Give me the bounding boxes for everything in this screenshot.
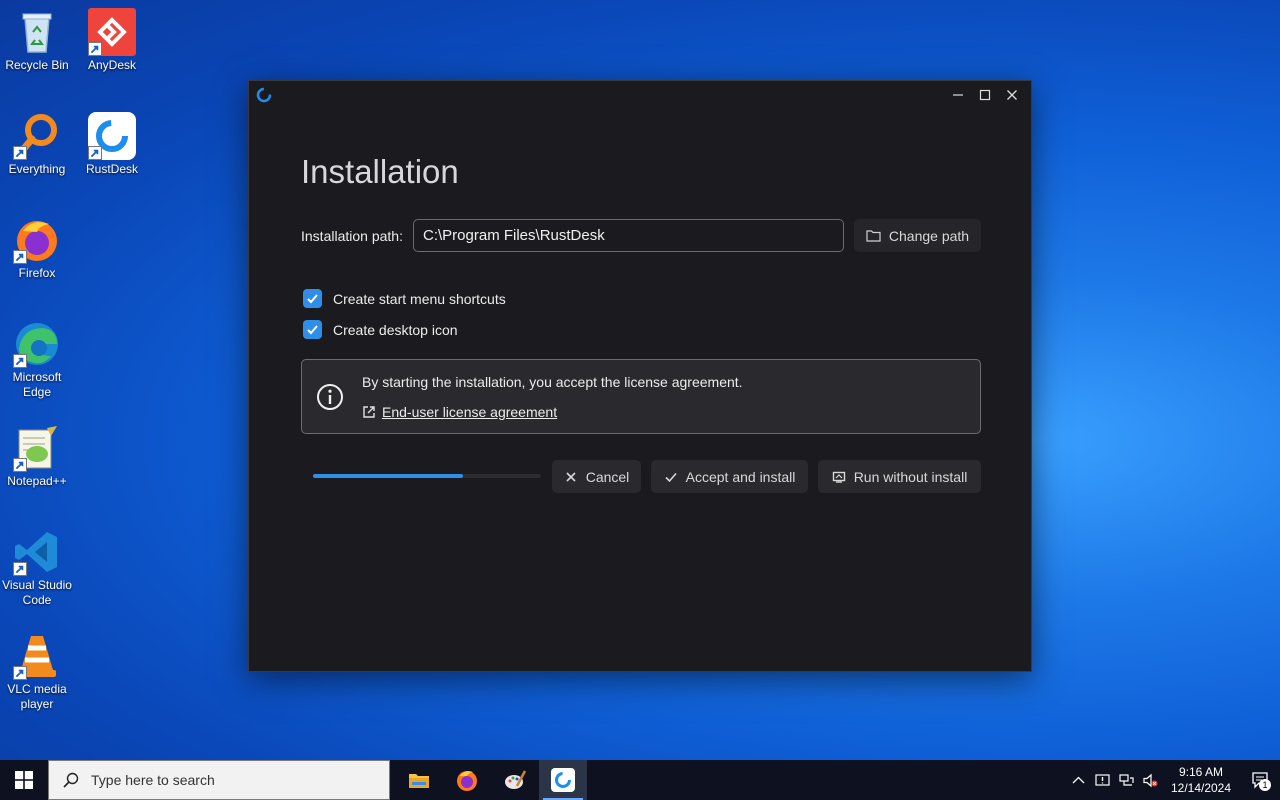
windows-logo-icon — [15, 771, 33, 789]
checkmark-icon — [307, 325, 318, 335]
rustdesk-icon — [551, 768, 575, 792]
everything-search-icon — [13, 112, 61, 160]
vscode-icon — [13, 528, 61, 576]
desktop-icon-label: Visual Studio Code — [2, 578, 72, 607]
close-icon — [566, 471, 576, 482]
start-menu-shortcuts-checkbox[interactable] — [303, 289, 322, 308]
license-text: By starting the installation, you accept… — [362, 374, 743, 390]
change-path-button[interactable]: Change path — [854, 219, 981, 252]
show-hidden-icons-button[interactable] — [1066, 760, 1090, 800]
taskbar: Type here to search 9:16 AM 12/14/2024 1 — [0, 760, 1280, 800]
taskbar-file-explorer[interactable] — [395, 760, 443, 800]
notification-count-badge: 1 — [1259, 779, 1271, 791]
recycle-bin-icon — [13, 8, 61, 56]
tray-network-button[interactable] — [1114, 760, 1138, 800]
notepadpp-icon — [13, 424, 61, 472]
tray-security-button[interactable] — [1090, 760, 1114, 800]
close-button[interactable] — [998, 81, 1025, 109]
notification-center-button[interactable]: 1 — [1240, 760, 1280, 800]
volume-muted-icon — [1142, 773, 1157, 787]
security-alert-icon — [1094, 773, 1110, 786]
network-icon — [1118, 773, 1134, 786]
start-menu-shortcuts-label: Create start menu shortcuts — [333, 290, 506, 307]
change-path-label: Change path — [888, 227, 970, 244]
firefox-icon — [457, 771, 477, 791]
cancel-label: Cancel — [585, 468, 630, 485]
desktop-icon-option[interactable]: Create desktop icon — [303, 320, 458, 339]
start-button[interactable] — [0, 760, 48, 800]
eula-link-label: End-user license agreement — [382, 404, 558, 420]
desktop-icon-everything[interactable]: Everything — [0, 112, 74, 177]
installation-path-label: Installation path: — [301, 227, 403, 244]
checkmark-icon — [307, 294, 318, 304]
start-menu-shortcuts-option[interactable]: Create start menu shortcuts — [303, 289, 506, 308]
taskbar-paint[interactable] — [491, 760, 539, 800]
minimize-button[interactable] — [944, 81, 971, 109]
desktop-icon-notepadpp[interactable]: Notepad++ — [0, 424, 74, 489]
desktop-icon-rustdesk[interactable]: RustDesk — [75, 112, 149, 177]
page-title: Installation — [301, 153, 459, 190]
installation-path-row: Installation path: Change path — [301, 219, 981, 252]
run-without-install-label: Run without install — [853, 468, 968, 485]
maximize-icon — [979, 89, 990, 101]
rustdesk-icon — [88, 112, 136, 160]
checkmark-icon — [665, 472, 677, 482]
firefox-icon — [13, 216, 61, 264]
desktop-icon-vscode[interactable]: Visual Studio Code — [0, 528, 74, 608]
file-explorer-icon — [409, 774, 429, 788]
desktop-icon-vlc[interactable]: VLC media player — [0, 632, 74, 712]
desktop-icon-label: VLC media player — [7, 682, 67, 711]
taskbar-search-box[interactable]: Type here to search — [48, 760, 390, 800]
install-progress-bar — [313, 474, 541, 478]
desktop-icon-label: Microsoft Edge — [12, 370, 62, 399]
rustdesk-logo-icon — [256, 87, 272, 103]
desktop-icon-checkbox[interactable] — [303, 320, 322, 339]
desktop-icon-label: Create desktop icon — [333, 321, 458, 338]
install-progress-fill — [313, 474, 464, 478]
desktop-icon-label: Recycle Bin — [5, 58, 69, 72]
paint-icon — [505, 770, 527, 789]
installer-window: Installation Installation path: Change p… — [248, 80, 1032, 672]
taskbar-firefox[interactable] — [443, 760, 491, 800]
system-tray: 9:16 AM 12/14/2024 1 — [1066, 760, 1280, 800]
desktop-icon-anydesk[interactable]: AnyDesk — [75, 8, 149, 73]
accept-and-install-button[interactable]: Accept and install — [651, 460, 808, 493]
search-icon — [63, 772, 79, 788]
license-notice: By starting the installation, you accept… — [301, 359, 981, 434]
installation-path-input[interactable] — [413, 219, 844, 252]
title-bar[interactable] — [249, 81, 1031, 109]
desktop-icon-edge[interactable]: Microsoft Edge — [0, 320, 74, 400]
action-row: Cancel Accept and install Run without in… — [301, 460, 981, 493]
info-icon — [317, 384, 343, 410]
install-content: Installation Installation path: Change p… — [301, 153, 981, 493]
cancel-button[interactable]: Cancel — [552, 460, 641, 493]
desktop-icon-recycle-bin[interactable]: Recycle Bin — [0, 8, 74, 73]
taskbar-rustdesk[interactable] — [539, 760, 587, 800]
anydesk-icon — [88, 8, 136, 56]
vlc-icon — [13, 632, 61, 680]
run-without-install-button[interactable]: Run without install — [818, 460, 981, 493]
close-icon — [1006, 90, 1017, 100]
tray-volume-button[interactable] — [1138, 760, 1162, 800]
clock-date: 12/14/2024 — [1170, 781, 1232, 795]
accept-and-install-label: Accept and install — [685, 468, 796, 485]
taskbar-clock[interactable]: 9:16 AM 12/14/2024 — [1166, 764, 1236, 796]
minimize-icon — [952, 94, 963, 96]
edge-icon — [13, 320, 61, 368]
search-placeholder: Type here to search — [91, 772, 215, 788]
eula-link[interactable]: End-user license agreement — [362, 404, 557, 420]
chevron-up-icon — [1072, 776, 1084, 783]
desktop-icon-firefox[interactable]: Firefox — [0, 216, 74, 281]
screen-icon — [832, 471, 845, 483]
folder-icon — [866, 230, 881, 242]
external-link-icon — [363, 406, 375, 418]
maximize-button[interactable] — [971, 81, 998, 109]
clock-time: 9:16 AM — [1178, 765, 1224, 779]
